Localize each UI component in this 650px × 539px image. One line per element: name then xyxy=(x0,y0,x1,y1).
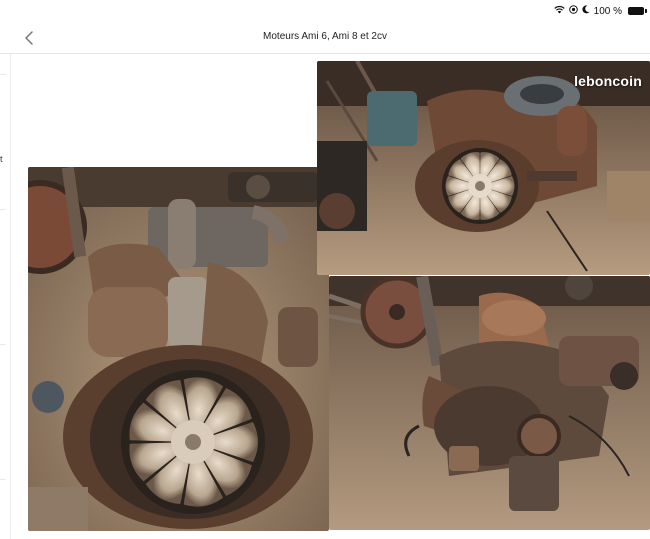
battery-icon xyxy=(628,7,647,15)
battery-text: 100 % xyxy=(593,5,622,17)
divider xyxy=(0,74,6,75)
background-page-text: t xyxy=(0,154,3,164)
page-title: Moteurs Ami 6, Ami 8 et 2cv xyxy=(263,31,387,42)
divider xyxy=(0,209,6,210)
background-page-edge: t xyxy=(0,54,11,539)
photo-engine-side[interactable] xyxy=(329,276,650,530)
photo-engine-fan[interactable]: leboncoin xyxy=(317,61,650,275)
status-bar: 100 % xyxy=(0,0,650,22)
moon-icon xyxy=(582,5,590,17)
leboncoin-watermark: leboncoin xyxy=(574,73,642,89)
nav-bar: Moteurs Ami 6, Ami 8 et 2cv xyxy=(0,22,650,54)
divider xyxy=(0,479,6,480)
photo-engine-front[interactable] xyxy=(28,167,329,531)
wifi-icon xyxy=(554,5,565,17)
app-screen: 100 % Moteurs Ami 6, Ami 8 et 2cv t lebo… xyxy=(0,0,650,539)
divider xyxy=(0,344,6,345)
location-icon xyxy=(568,5,578,17)
